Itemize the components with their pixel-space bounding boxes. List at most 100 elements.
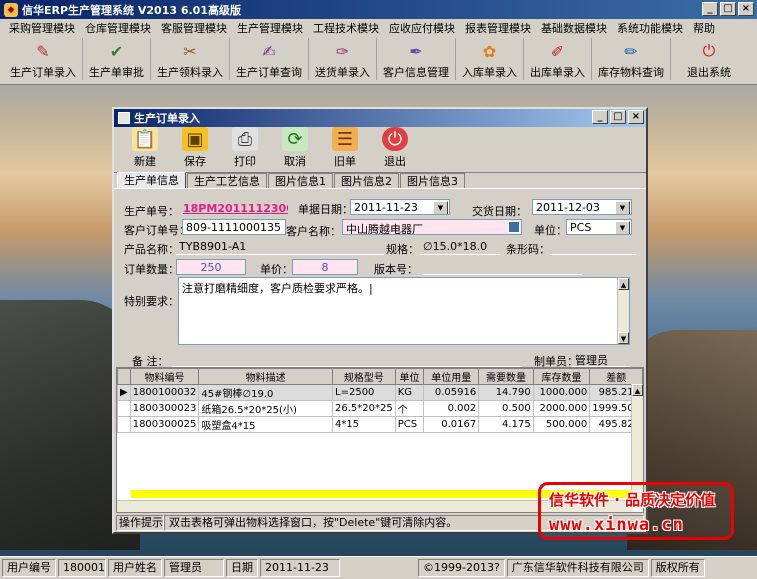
col-difference[interactable]: 差额 bbox=[589, 368, 643, 385]
cancel-button[interactable]: ⟳ 取消 bbox=[270, 127, 320, 169]
menu-production[interactable]: 生产管理模块 bbox=[232, 20, 308, 36]
maker-field: 管理员 bbox=[572, 351, 630, 367]
col-spec[interactable]: 规格型号 bbox=[332, 368, 396, 385]
cell-material-desc[interactable]: 吸塑盒4*15 bbox=[198, 416, 334, 433]
customer-lookup-icon[interactable] bbox=[508, 221, 520, 233]
app-titlebar: ◆ 信华ERP生产管理系统 V2013 6.01高级版 _ □ × bbox=[0, 0, 757, 19]
unit-select[interactable]: PCS bbox=[566, 219, 632, 235]
child-close-button[interactable]: × bbox=[628, 110, 644, 124]
order-no-field[interactable]: 18PM20111123001 bbox=[180, 201, 288, 217]
special-requirement-text: 注意打磨精细度，客户质检要求严格。| bbox=[182, 282, 373, 295]
grid-vscrollbar[interactable]: ▲ bbox=[631, 384, 643, 498]
menu-warehouse[interactable]: 仓库管理模块 bbox=[80, 20, 156, 36]
menu-base-data[interactable]: 基础数据模块 bbox=[536, 20, 612, 36]
delivery-date-label: 交货日期： bbox=[472, 205, 527, 218]
cell-stock-qty[interactable]: 2000.000 bbox=[532, 400, 591, 417]
cell-stock-qty[interactable]: 1000.000 bbox=[532, 384, 591, 401]
order-date-picker[interactable]: 2011-11-23 bbox=[350, 199, 450, 215]
cell-spec[interactable]: L=2500 bbox=[332, 384, 396, 401]
new-button[interactable]: 📋 新建 bbox=[120, 127, 170, 169]
product-field[interactable]: TYB8901-A1 bbox=[176, 239, 384, 255]
exit-icon: ⏻ bbox=[702, 41, 716, 60]
toolbar-exit-button[interactable]: ⏻ 退出系统 bbox=[671, 38, 747, 80]
tab-image-2[interactable]: 图片信息2 bbox=[334, 173, 399, 188]
toolbar-delivery-button[interactable]: ✑ 送货单录入 bbox=[309, 38, 377, 80]
toolbar-stock-out-button[interactable]: ✐ 出库单录入 bbox=[524, 38, 592, 80]
cell-material-desc[interactable]: 45#钢棒∅19.0 bbox=[198, 384, 334, 401]
special-requirement-textarea[interactable]: 注意打磨精细度，客户质检要求严格。| ▲ ▼ bbox=[178, 277, 630, 345]
toolbar-order-entry-button[interactable]: ✎ 生产订单录入 bbox=[4, 38, 83, 80]
col-unit-usage[interactable]: 单位用量 bbox=[423, 368, 480, 385]
menu-customer-service[interactable]: 客服管理模块 bbox=[156, 20, 232, 36]
cell-material-no[interactable]: 1800300025 bbox=[129, 416, 200, 433]
col-material-desc[interactable]: 物料描述 bbox=[198, 368, 334, 385]
stock-in-icon: ✿ bbox=[482, 41, 497, 61]
price-field[interactable]: 8 bbox=[292, 259, 358, 275]
cell-material-no[interactable]: 1800100032 bbox=[129, 384, 200, 401]
cell-stock-qty[interactable]: 500.000 bbox=[532, 416, 591, 433]
cell-unit[interactable]: KG bbox=[394, 384, 425, 401]
delivery-date-picker[interactable]: 2011-12-03 bbox=[532, 199, 632, 215]
cell-unit-usage[interactable]: 0.0167 bbox=[423, 416, 480, 433]
cell-required-qty[interactable]: 0.500 bbox=[478, 400, 534, 417]
cell-unit[interactable]: 个 bbox=[394, 400, 425, 417]
tab-process-info[interactable]: 生产工艺信息 bbox=[187, 173, 267, 188]
table-row[interactable]: 1800300023 纸箱26.5*20*25(小) 26.5*20*25 个 … bbox=[117, 400, 643, 417]
child-maximize-button[interactable]: □ bbox=[610, 110, 626, 124]
cell-unit-usage[interactable]: 0.002 bbox=[423, 400, 480, 417]
toolbar-material-pick-button[interactable]: ✂ 生产领料录入 bbox=[151, 38, 230, 80]
menu-reports[interactable]: 报表管理模块 bbox=[460, 20, 536, 36]
col-required-qty[interactable]: 需要数量 bbox=[478, 368, 534, 385]
cell-spec[interactable]: 26.5*20*25 bbox=[332, 400, 396, 417]
exit-button[interactable]: ⏻ 退出 bbox=[370, 127, 420, 169]
toolbar-stock-in-button[interactable]: ✿ 入库单录入 bbox=[456, 38, 524, 80]
special-vscrollbar[interactable]: ▲ ▼ bbox=[617, 278, 629, 344]
promo-slogan: 信华软件 · 品质决定价值 bbox=[549, 491, 716, 509]
toolbar-label: 送货单录入 bbox=[315, 66, 370, 79]
toolbar-label: 退出系统 bbox=[687, 66, 731, 79]
col-stock-qty[interactable]: 库存数量 bbox=[532, 368, 591, 385]
menu-receivable-payable[interactable]: 应收应付模块 bbox=[384, 20, 460, 36]
cell-unit-usage[interactable]: 0.05916 bbox=[423, 384, 480, 401]
toolbar-customer-button[interactable]: ✒ 客户信息管理 bbox=[377, 38, 456, 80]
col-material-no[interactable]: 物料编号 bbox=[129, 368, 200, 385]
maximize-button[interactable]: □ bbox=[720, 2, 736, 16]
table-row[interactable]: ▶ 1800100032 45#钢棒∅19.0 L=2500 KG 0.0591… bbox=[117, 384, 643, 401]
quantity-label: 订单数量： bbox=[124, 263, 179, 276]
old-order-button[interactable]: ☰ 旧单 bbox=[320, 127, 370, 169]
minimize-button[interactable]: _ bbox=[702, 2, 718, 16]
toolbar-order-query-button[interactable]: ✍ 生产订单查询 bbox=[230, 38, 309, 80]
menu-help[interactable]: 帮助 bbox=[688, 20, 720, 36]
save-button[interactable]: ▣ 保存 bbox=[170, 127, 220, 169]
menu-engineering[interactable]: 工程技术模块 bbox=[308, 20, 384, 36]
col-unit[interactable]: 单位 bbox=[394, 368, 425, 385]
tab-image-1[interactable]: 图片信息1 bbox=[268, 173, 333, 188]
quantity-field[interactable]: 250 bbox=[176, 259, 246, 275]
customer-name-field[interactable]: 中山腾越电器厂 bbox=[342, 219, 522, 235]
cell-required-qty[interactable]: 4.175 bbox=[478, 416, 534, 433]
cell-material-desc[interactable]: 纸箱26.5*20*25(小) bbox=[198, 400, 334, 417]
menu-purchase[interactable]: 采购管理模块 bbox=[4, 20, 80, 36]
child-minimize-button[interactable]: _ bbox=[592, 110, 608, 124]
cell-material-no[interactable]: 1800300023 bbox=[129, 400, 200, 417]
toolbar-approve-button[interactable]: ✔ 生产单审批 bbox=[83, 38, 151, 80]
cell-spec[interactable]: 4*15 bbox=[332, 416, 396, 433]
customer-order-field[interactable]: 809-1111000135 bbox=[182, 219, 286, 235]
print-label: 打印 bbox=[234, 155, 256, 168]
status-bar: 用户编号 180001 用户姓名 管理员 日期 2011-11-23 ©1999… bbox=[0, 556, 757, 579]
tab-image-3[interactable]: 图片信息3 bbox=[400, 173, 465, 188]
tab-order-info[interactable]: 生产单信息 bbox=[117, 172, 186, 188]
barcode-field[interactable] bbox=[550, 239, 636, 255]
remark-field[interactable] bbox=[172, 351, 522, 367]
close-button[interactable]: × bbox=[738, 2, 754, 16]
spec-field[interactable]: ∅15.0*18.0 bbox=[420, 239, 500, 255]
cell-required-qty[interactable]: 14.790 bbox=[478, 384, 534, 401]
cell-unit[interactable]: PCS bbox=[394, 416, 425, 433]
table-row[interactable]: 1800300025 吸塑盒4*15 4*15 PCS 0.0167 4.175… bbox=[117, 416, 643, 433]
material-table: 物料编号 物料描述 规格型号 单位 单位用量 需要数量 库存数量 差额 ▶ 18… bbox=[117, 368, 643, 433]
delivery-icon: ✑ bbox=[335, 41, 350, 61]
toolbar-inventory-button[interactable]: ✏ 库存物料查询 bbox=[592, 38, 671, 80]
version-field[interactable] bbox=[422, 259, 582, 275]
print-button[interactable]: ⎙ 打印 bbox=[220, 127, 270, 169]
menu-system[interactable]: 系统功能模块 bbox=[612, 20, 688, 36]
